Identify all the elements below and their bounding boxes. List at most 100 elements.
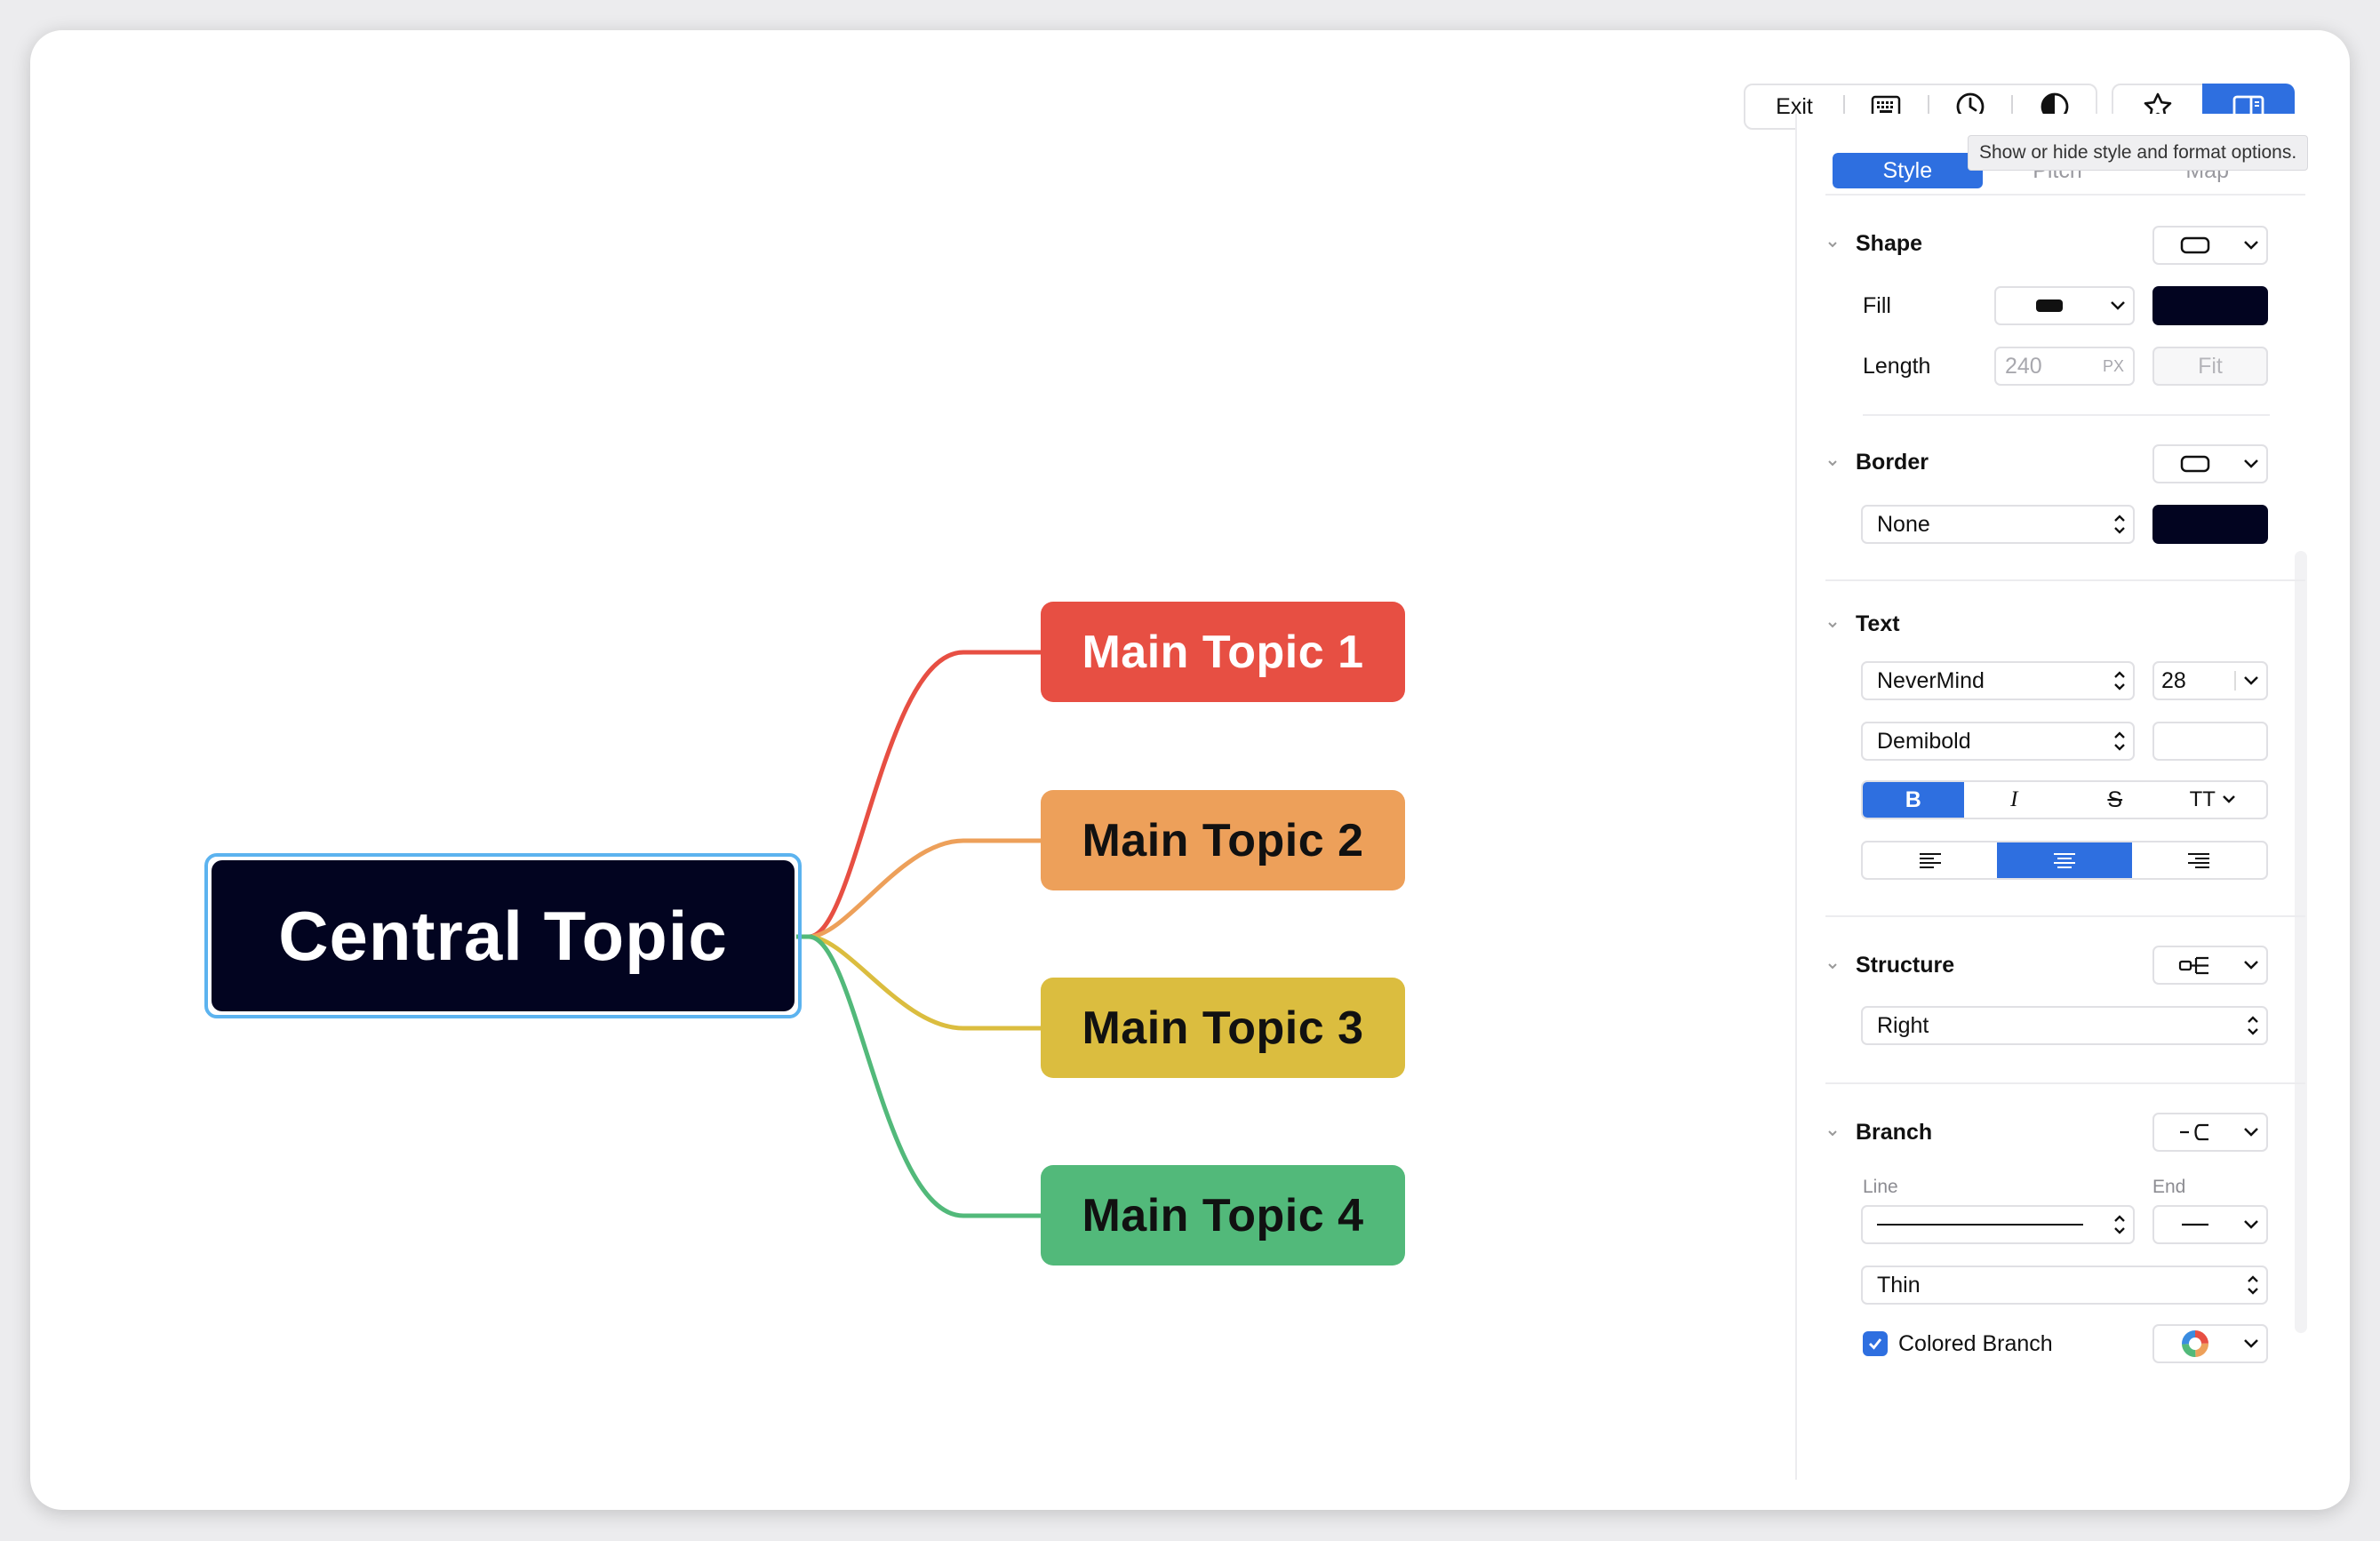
chevron-down-icon	[2244, 961, 2258, 970]
line-end-icon	[2182, 1223, 2208, 1226]
tooltip: Show or hide style and format options.	[1968, 135, 2309, 171]
length-unit: PX	[2102, 356, 2124, 375]
fit-button[interactable]: Fit	[2152, 347, 2268, 386]
bold-glyph: B	[1905, 786, 1921, 812]
main-topic-3[interactable]: Main Topic 3	[1041, 978, 1405, 1078]
chevron-down-icon	[2244, 676, 2258, 685]
colored-branch-label: Colored Branch	[1898, 1331, 2053, 1356]
solid-line-icon	[1877, 1224, 2083, 1226]
border-style-value: None	[1877, 511, 1930, 537]
fill-style-picker[interactable]	[1994, 286, 2135, 325]
border-color-swatch[interactable]	[2152, 505, 2268, 544]
branch-curve-icon	[2180, 1123, 2208, 1141]
length-field[interactable]: 240 PX	[1994, 347, 2135, 386]
section-title: Structure	[1856, 953, 1955, 978]
chevron-down-icon	[1828, 459, 1837, 466]
up-down-chevron-icon	[2248, 1275, 2258, 1295]
fill-color-swatch[interactable]	[2152, 286, 2268, 325]
text-format-buttons: B I S TT	[1861, 780, 2268, 819]
font-size-value: 28	[2161, 667, 2186, 693]
align-left-icon	[1919, 853, 1941, 868]
align-right-icon	[2188, 853, 2210, 868]
section-header-shape[interactable]: Shape	[1827, 231, 1922, 257]
section-header-border[interactable]: Border	[1827, 450, 1929, 475]
up-down-chevron-icon	[2114, 515, 2125, 534]
font-family-value: NeverMind	[1877, 667, 1985, 693]
main-topic-2[interactable]: Main Topic 2	[1041, 790, 1405, 890]
chevron-down-icon	[2244, 241, 2258, 250]
chevron-down-icon	[2244, 1220, 2258, 1229]
structure-select[interactable]: Right	[1861, 1006, 2268, 1045]
branch-line-1	[808, 650, 1041, 939]
rounded-rect-icon	[2180, 236, 2210, 254]
section-header-structure[interactable]: Structure	[1827, 953, 1954, 978]
font-weight-select[interactable]: Demibold	[1861, 722, 2135, 761]
central-topic-label: Central Topic	[278, 896, 728, 975]
up-down-chevron-icon	[2114, 1215, 2125, 1234]
line-label: Line	[1863, 1177, 1898, 1197]
tab-style[interactable]: Style	[1833, 153, 1983, 188]
line-thickness-select[interactable]: Thin	[1861, 1266, 2268, 1305]
fit-label: Fit	[2198, 353, 2223, 379]
up-down-chevron-icon	[2114, 671, 2125, 691]
strikethrough-glyph: S	[2107, 786, 2123, 812]
line-thickness-value: Thin	[1877, 1272, 1921, 1297]
section-title: Shape	[1856, 231, 1923, 256]
border-style-select[interactable]: None	[1861, 505, 2135, 544]
structure-picker[interactable]	[2152, 946, 2268, 985]
align-right-button[interactable]	[2132, 842, 2266, 878]
section-title: Text	[1856, 611, 1900, 636]
bold-button[interactable]: B	[1863, 782, 1964, 818]
section-title: Border	[1856, 450, 1929, 475]
section-header-branch[interactable]: Branch	[1827, 1120, 1932, 1146]
line-end-picker[interactable]	[2152, 1205, 2268, 1244]
main-topic-4[interactable]: Main Topic 4	[1041, 1165, 1405, 1266]
italic-button[interactable]: I	[1964, 782, 2065, 818]
divider	[1825, 194, 2305, 196]
end-label: End	[2152, 1177, 2186, 1197]
divider	[1825, 915, 2305, 917]
branch-style-picker[interactable]	[2152, 1113, 2268, 1152]
align-left-button[interactable]	[1863, 842, 1997, 878]
panel-scrollbar[interactable]	[2295, 551, 2307, 1333]
divider	[1825, 579, 2305, 581]
structure-value: Right	[1877, 1012, 1929, 1038]
align-center-icon	[2053, 853, 2075, 868]
font-family-select[interactable]: NeverMind	[1861, 661, 2135, 700]
font-size-combo[interactable]: 28	[2152, 661, 2268, 700]
rounded-rect-icon	[2180, 455, 2210, 473]
shape-picker[interactable]	[2152, 226, 2268, 265]
text-color-swatch[interactable]	[2152, 722, 2268, 761]
chevron-down-icon	[2111, 301, 2125, 310]
chevron-down-icon	[1828, 962, 1837, 969]
colored-branch-checkbox[interactable]	[1863, 1331, 1888, 1356]
align-center-button[interactable]	[1997, 842, 2132, 878]
chevron-down-icon	[2244, 1128, 2258, 1137]
chevron-down-icon	[2244, 1339, 2258, 1348]
solid-fill-icon	[2036, 299, 2063, 312]
text-case-glyph: TT	[2189, 787, 2216, 811]
branch-color-picker[interactable]	[2152, 1324, 2268, 1363]
main-topic-label: Main Topic 3	[1082, 1002, 1364, 1054]
main-topic-1[interactable]: Main Topic 1	[1041, 602, 1405, 702]
main-topic-label: Main Topic 1	[1082, 626, 1364, 678]
checkmark-icon	[1869, 1338, 1882, 1350]
up-down-chevron-icon	[2248, 1016, 2258, 1035]
divider	[1825, 1082, 2305, 1084]
length-label: Length	[1863, 354, 1931, 379]
length-value: 240	[2005, 353, 2042, 379]
border-shape-picker[interactable]	[2152, 444, 2268, 483]
central-topic[interactable]: Central Topic	[212, 860, 795, 1011]
divider	[1863, 414, 2270, 416]
color-wheel-icon	[2182, 1330, 2208, 1357]
fill-label: Fill	[1863, 293, 1891, 318]
main-topic-label: Main Topic 2	[1082, 814, 1364, 866]
chevron-down-icon	[2244, 459, 2258, 468]
line-style-select[interactable]	[1861, 1205, 2135, 1244]
branch-line-4	[808, 934, 1041, 1218]
text-align-buttons	[1861, 841, 2268, 880]
text-case-dropdown[interactable]: TT	[2166, 782, 2267, 818]
strikethrough-button[interactable]: S	[2065, 782, 2166, 818]
section-header-text[interactable]: Text	[1827, 611, 1900, 637]
font-weight-value: Demibold	[1877, 728, 1971, 754]
